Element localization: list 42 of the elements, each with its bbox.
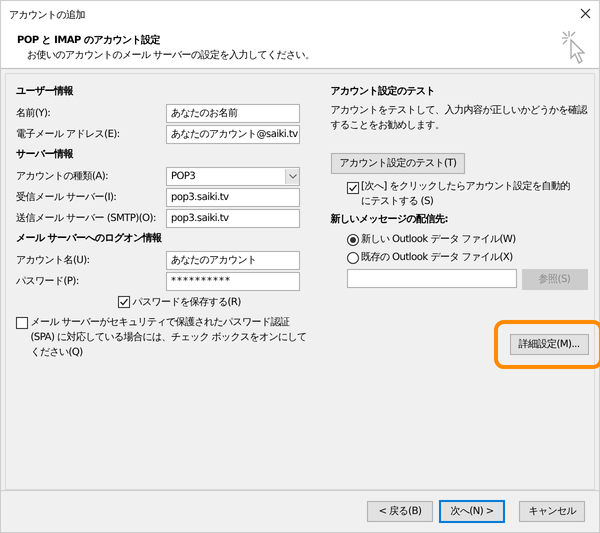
section-heading: ユーザー情報: [16, 84, 74, 99]
radio-label: 新しい Outlook データ ファイル(W): [361, 232, 516, 247]
field-label: 名前(Y):: [16, 107, 52, 121]
section-heading: サーバー情報: [16, 148, 74, 162]
cursor-sparkle-icon: [561, 30, 587, 66]
field-label: 送信メール サーバー (SMTP)(O):: [16, 212, 157, 226]
window-title: アカウントの追加: [9, 8, 85, 23]
radio-button[interactable]: [346, 234, 358, 246]
field-label: パスワード(P):: [16, 275, 80, 289]
file-path-field[interactable]: [346, 269, 516, 288]
section-heading: アカウント設定のテスト: [330, 84, 436, 99]
radio-label: 既存の Outlook データ ファイル(X): [361, 251, 513, 265]
save-password-checkbox[interactable]: [118, 296, 130, 308]
input-field[interactable]: あなたのお名前: [166, 104, 300, 123]
section-heading: 新しいメッセージの配信先:: [330, 212, 449, 226]
spa-label: メール サーバーがセキュリティで保護されたパスワード認証 (SPA) に対応している場合には、チェック ボックスをオンにしてください(Q): [30, 316, 308, 360]
input-field[interactable]: pop3.saiki.tv: [166, 209, 300, 228]
password-field[interactable]: **********: [166, 272, 300, 291]
header-title: POP と IMAP のアカウント設定: [17, 33, 161, 48]
input-field[interactable]: あなたのアカウント@saiki.tv: [166, 125, 300, 144]
spa-checkbox[interactable]: [16, 317, 28, 329]
header-subtitle: お使いのアカウントのメール サーバーの設定を入力してください。: [26, 48, 315, 62]
field-label: アカウントの種類(A):: [16, 170, 110, 184]
back-button[interactable]: < 戻る(B): [367, 501, 433, 522]
input-field[interactable]: pop3.saiki.tv: [166, 188, 300, 207]
input-field[interactable]: あなたのアカウント: [166, 251, 300, 270]
save-password-label: パスワードを保存する(R): [132, 296, 241, 310]
next-button[interactable]: 次へ(N) >: [439, 500, 505, 523]
close-icon[interactable]: [580, 8, 591, 19]
test-settings-button[interactable]: アカウント設定のテスト(T): [330, 153, 466, 174]
test-description: アカウントをテストして、入力内容が正しいかどうかを確認することをお勧めします。: [330, 104, 588, 133]
field-label: アカウント名(U):: [16, 254, 90, 268]
auto-test-label: [次へ] をクリックしたらアカウント設定を自動的にテストする (S): [361, 180, 571, 209]
cancel-button[interactable]: キャンセル: [519, 501, 585, 522]
field-label: 受信メール サーバー(I):: [16, 190, 118, 205]
section-heading: メール サーバーへのログオン情報: [16, 232, 163, 246]
radio-button[interactable]: [346, 252, 358, 264]
auto-test-checkbox[interactable]: [346, 182, 358, 194]
dropdown-caret-icon[interactable]: [285, 169, 299, 184]
account-type-dropdown[interactable]: POP3: [166, 167, 300, 186]
field-label: 電子メール アドレス(E):: [16, 128, 121, 142]
more-settings-button[interactable]: 詳細設定(M)...: [510, 334, 588, 355]
